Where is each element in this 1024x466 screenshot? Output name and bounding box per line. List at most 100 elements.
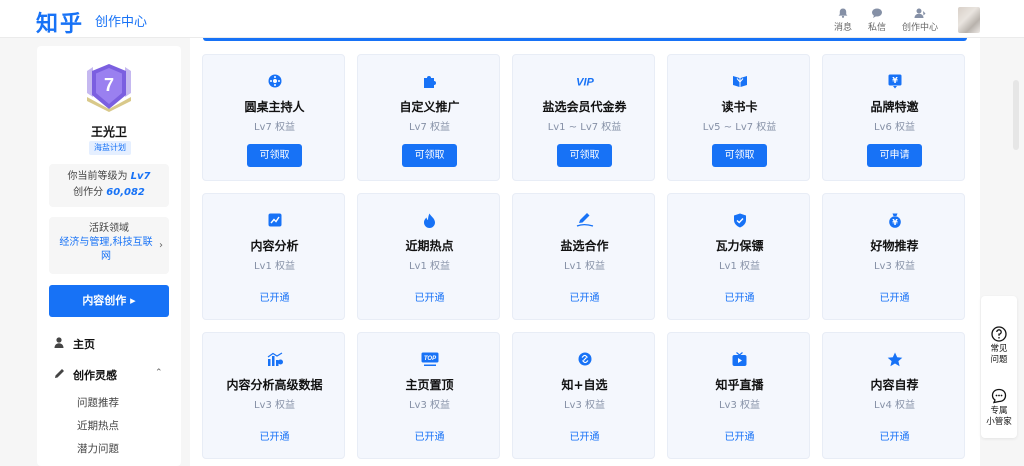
assistant-button[interactable]: 专属 小管家 <box>981 388 1017 428</box>
badge-level-number: 7 <box>104 75 114 95</box>
card-advanced-analytics[interactable]: 内容分析高级数据 Lv3 权益 已开通 <box>202 332 345 459</box>
activated-status: 已开通 <box>259 432 290 443</box>
card-title: 内容分析高级数据 <box>226 378 323 392</box>
svg-text:VIP: VIP <box>576 77 594 88</box>
card-title: 读书卡 <box>721 100 758 114</box>
analytics-icon <box>268 213 281 227</box>
pencil-icon <box>576 213 593 227</box>
rights-panel: 圆桌主持人 Lv7 权益 可领取 自定义推广 Lv7 权益 可领取 VIP 盐选… <box>190 38 980 466</box>
link-icon <box>578 352 591 366</box>
user-avatar[interactable] <box>958 7 980 33</box>
creator-icon <box>914 8 926 18</box>
card-level: Lv1 权益 <box>718 261 761 272</box>
card-reading-card[interactable]: 读书卡 Lv5 ~ Lv7 权益 可领取 <box>667 54 810 181</box>
sub-item-more[interactable]: … <box>77 462 88 466</box>
card-title: 自定义推广 <box>399 100 460 114</box>
apply-button[interactable]: 可申请 <box>867 144 922 167</box>
score-value: 60,082 <box>106 187 145 198</box>
activated-status: 已开通 <box>414 293 445 304</box>
card-level: Lv1 ~ Lv7 权益 <box>547 122 622 133</box>
creator-center-button[interactable]: 创作中心 <box>900 8 940 33</box>
brand-icon: ¥ <box>888 74 901 88</box>
activated-status: 已开通 <box>414 432 445 443</box>
nav-label-home: 主页 <box>73 338 95 351</box>
nav-item-home[interactable]: 主页 <box>53 336 95 352</box>
bell-icon <box>838 8 848 18</box>
card-zhihu-live[interactable]: 知乎直播 Lv3 权益 已开通 <box>667 332 810 459</box>
card-content-analysis[interactable]: 内容分析 Lv1 权益 已开通 <box>202 193 345 320</box>
card-content-self-recommend[interactable]: 内容自荐 Lv4 权益 已开通 <box>822 332 965 459</box>
username[interactable]: 王光卫 <box>37 123 181 140</box>
private-messages-label: 私信 <box>867 23 886 33</box>
card-title: 内容自荐 <box>870 378 919 392</box>
card-level: Lv3 权益 <box>718 400 761 411</box>
card-yanxuan-cooperation[interactable]: 盐选合作 Lv1 权益 已开通 <box>512 193 655 320</box>
page-scrollbar[interactable] <box>1013 80 1019 150</box>
card-homepage-pin[interactable]: TOP 主页置顶 Lv3 权益 已开通 <box>357 332 500 459</box>
card-title: 好物推荐 <box>870 239 919 253</box>
roundtable-icon <box>268 74 281 88</box>
card-level: Lv3 权益 <box>563 400 606 411</box>
activated-status: 已开通 <box>569 293 600 304</box>
level-prefix: 你当前等级为 <box>67 171 128 182</box>
user-icon <box>53 337 65 351</box>
card-title: 近期热点 <box>405 239 454 253</box>
assistant-label: 专属 小管家 <box>986 406 1012 427</box>
card-title: 主页置顶 <box>405 378 454 392</box>
panel-top-accent <box>203 38 967 41</box>
card-yanxuan-voucher[interactable]: VIP 盐选会员代金券 Lv1 ~ Lv7 权益 可领取 <box>512 54 655 181</box>
live-icon <box>732 351 747 366</box>
puzzle-icon <box>424 75 436 88</box>
claim-button[interactable]: 可领取 <box>247 144 302 167</box>
float-help-panel: 常见 问题 专属 小管家 <box>981 296 1017 438</box>
top-icon: TOP <box>421 352 438 366</box>
level-badge-icon: 7 <box>87 64 131 112</box>
card-roundtable-host[interactable]: 圆桌主持人 Lv7 权益 可领取 <box>202 54 345 181</box>
card-title: 盐选会员代金券 <box>542 100 627 114</box>
content-create-button[interactable]: 内容创作 ▸ <box>49 285 169 317</box>
level-info: 你当前等级为 Lv7 创作分 60,082 <box>49 164 169 207</box>
sub-item-potential-questions[interactable]: 潜力问题 <box>77 441 119 456</box>
creator-center-title[interactable]: 创作中心 <box>95 11 147 30</box>
activated-status: 已开通 <box>879 293 910 304</box>
sub-item-question-recommend[interactable]: 问题推荐 <box>77 395 119 410</box>
card-level: Lv1 权益 <box>408 261 451 272</box>
sub-item-recent-hot[interactable]: 近期热点 <box>77 418 119 433</box>
top-header: 知乎 创作中心 消息 私信 创作中心 <box>0 0 1024 38</box>
svg-text:¥: ¥ <box>892 218 898 227</box>
active-field-value: 经济与管理,科技互联网 <box>59 237 153 262</box>
claim-button[interactable]: 可领取 <box>557 144 612 167</box>
plan-tag[interactable]: 海盐计划 <box>89 141 131 155</box>
card-title: 知+自选 <box>561 378 608 392</box>
card-wali-guard[interactable]: 瓦力保镖 Lv1 权益 已开通 <box>667 193 810 320</box>
card-title: 内容分析 <box>250 239 299 253</box>
card-level: Lv1 权益 <box>253 261 296 272</box>
card-title: 瓦力保镖 <box>715 239 764 253</box>
zhihu-logo[interactable]: 知乎 <box>36 6 84 38</box>
card-level: Lv4 权益 <box>873 400 916 411</box>
active-field-box[interactable]: 活跃领域 经济与管理,科技互联网 › <box>49 217 169 274</box>
claim-button[interactable]: 可领取 <box>402 144 457 167</box>
nav-item-inspiration[interactable]: 创作灵感 <box>53 367 117 383</box>
card-title: 圆桌主持人 <box>244 100 305 114</box>
faq-button[interactable]: 常见 问题 <box>981 326 1017 366</box>
card-level: Lv3 权益 <box>253 400 296 411</box>
svg-text:¥: ¥ <box>892 76 898 85</box>
card-recent-hot[interactable]: 近期热点 Lv1 权益 已开通 <box>357 193 500 320</box>
question-icon <box>991 326 1007 342</box>
card-title: 盐选合作 <box>560 239 609 253</box>
faq-label: 常见 问题 <box>990 344 1008 365</box>
private-messages-button[interactable]: 私信 <box>857 8 897 33</box>
card-goods-recommend[interactable]: ¥ 好物推荐 Lv3 权益 已开通 <box>822 193 965 320</box>
sidebar: 7 王光卫 海盐计划 你当前等级为 Lv7 创作分 60,082 活跃领域 经济… <box>37 46 181 466</box>
chevron-up-icon[interactable]: ⌃ <box>155 368 163 378</box>
card-zhiplus-select[interactable]: 知+自选 Lv3 权益 已开通 <box>512 332 655 459</box>
card-custom-promotion[interactable]: 自定义推广 Lv7 权益 可领取 <box>357 54 500 181</box>
chat-icon <box>872 8 882 18</box>
activated-status: 已开通 <box>724 432 755 443</box>
activated-status: 已开通 <box>569 432 600 443</box>
claim-button[interactable]: 可领取 <box>712 144 767 167</box>
shield-icon <box>733 213 746 227</box>
card-brand-invite[interactable]: ¥ 品牌特邀 Lv6 权益 可申请 <box>822 54 965 181</box>
svg-text:TOP: TOP <box>423 356 436 362</box>
